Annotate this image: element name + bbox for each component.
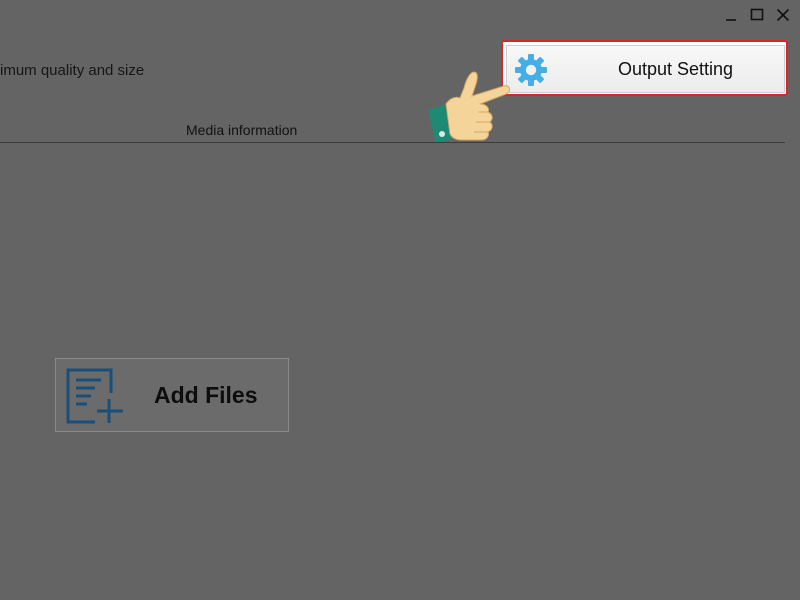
minimize-button[interactable]	[718, 4, 744, 26]
tab-divider	[0, 142, 785, 143]
maximize-icon	[750, 8, 764, 21]
tab-media-information[interactable]: Media information	[186, 122, 297, 138]
close-icon	[776, 8, 790, 22]
pointing-hand-icon	[428, 71, 510, 144]
close-button[interactable]	[770, 4, 796, 26]
add-files-label: Add Files	[154, 381, 258, 408]
add-files-button[interactable]: Add Files	[55, 358, 289, 432]
gear-icon	[515, 54, 547, 86]
add-file-icon	[66, 368, 123, 424]
header-subtitle: imum quality and size	[0, 62, 145, 79]
output-setting-button[interactable]: Output Setting	[506, 45, 785, 93]
window-controls	[718, 4, 796, 26]
app-window: imum quality and size Output Setting Med…	[0, 0, 800, 600]
output-setting-label: Output Setting	[617, 58, 734, 79]
minimize-icon	[726, 19, 736, 21]
maximize-button[interactable]	[744, 4, 770, 26]
